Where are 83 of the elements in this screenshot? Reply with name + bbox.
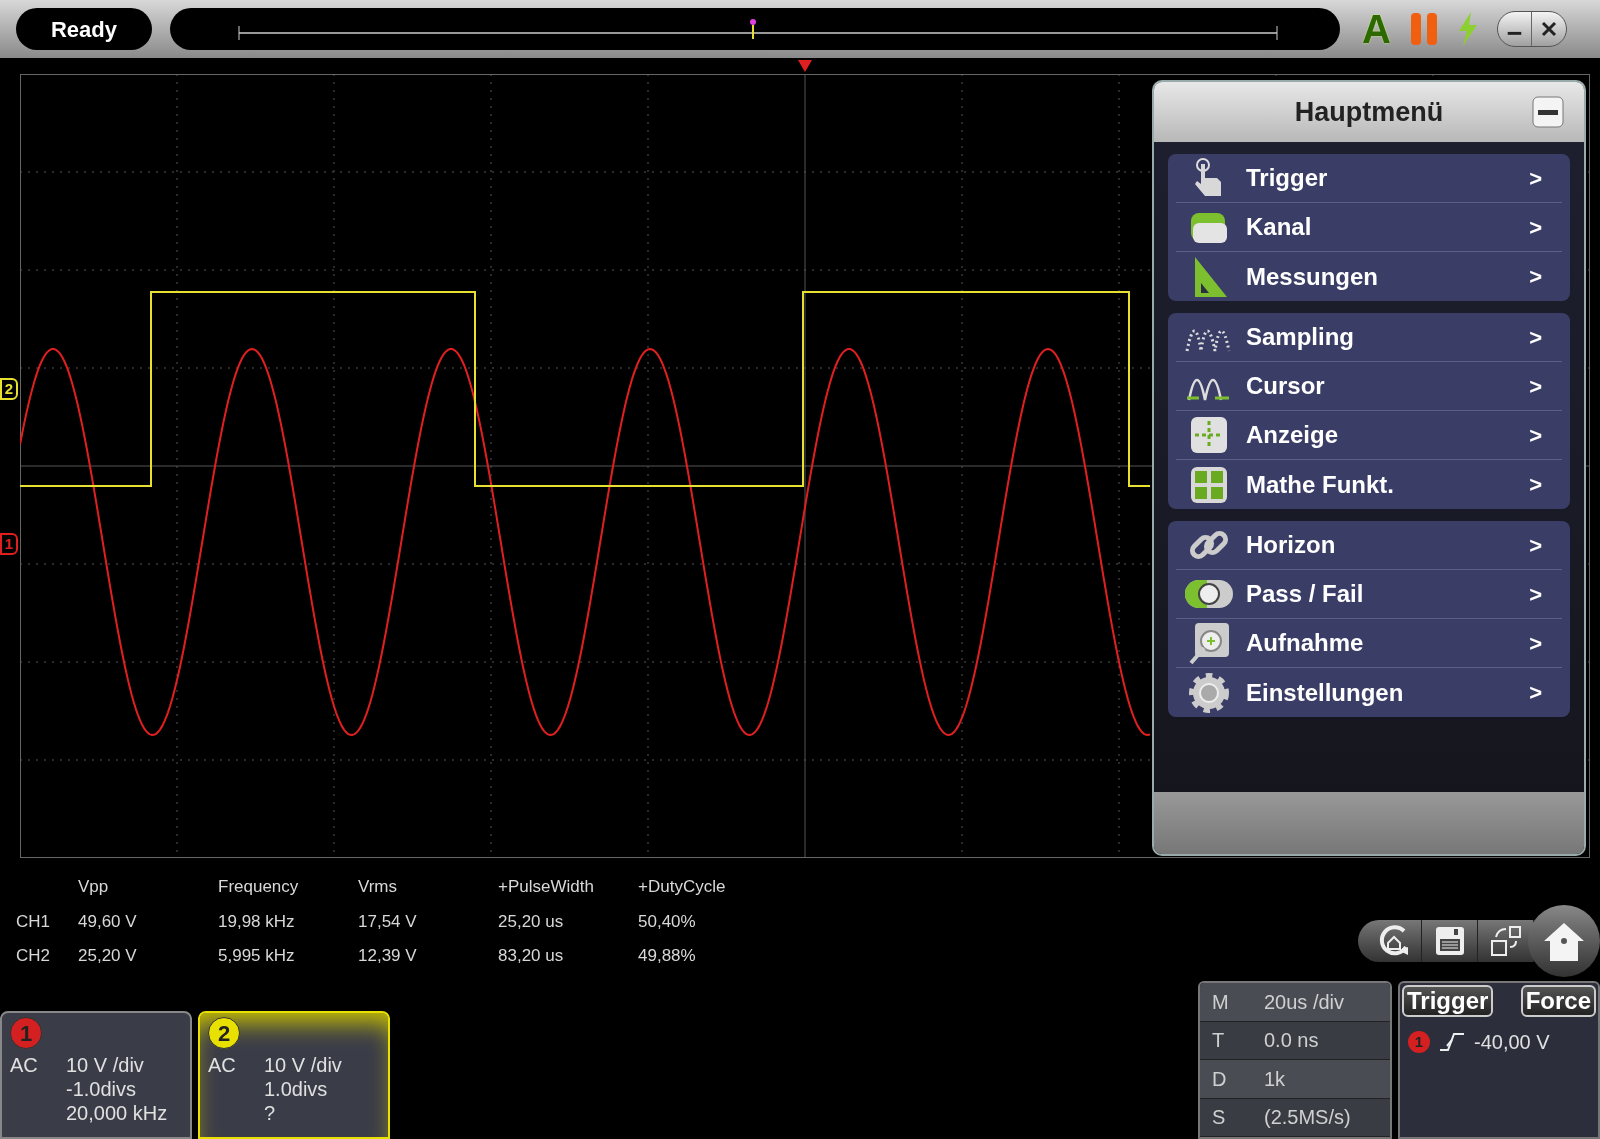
channel-setting: 20,000 kHz <box>66 1101 169 1125</box>
chevron: > <box>1529 164 1543 193</box>
table-cell-text: 25,20 us <box>498 910 565 933</box>
menu-item[interactable]: Messungen > <box>1176 252 1562 301</box>
menu-item-label: Aufnahme <box>1245 628 1365 658</box>
menu-item[interactable]: Einstellungen > <box>1176 668 1562 717</box>
table-cell-text: 83,20 us <box>498 945 565 967</box>
chevron: > <box>1529 323 1543 352</box>
menu-item-label: Anzeige <box>1245 420 1339 450</box>
menu-item-label: Pass / Fail <box>1245 579 1365 609</box>
channel-setting: -1.0divs <box>66 1077 138 1101</box>
trigger-button[interactable]: Trigger <box>1402 985 1494 1017</box>
column-header: +DutyCycle <box>638 876 727 898</box>
chevron: > <box>1529 213 1543 242</box>
channel-marker[interactable]: 1 <box>0 533 18 555</box>
channel-label: CH2 <box>16 945 51 967</box>
table-cell-text: 5,995 kHz <box>218 945 296 967</box>
menu-item[interactable]: Aufnahme > <box>1176 619 1562 668</box>
menu-item[interactable]: Trigger > <box>1176 154 1562 203</box>
channel-setting: 10 V /div <box>66 1053 145 1077</box>
channel-setting: ? <box>264 1101 277 1125</box>
timebase-value: 1k <box>1264 1066 1286 1092</box>
table-cell-text: 25,20 V <box>78 945 138 967</box>
gear-icon <box>1187 670 1231 715</box>
trigger-source-badge: 1 <box>1408 1031 1430 1053</box>
channel-label: CH1 <box>16 910 51 933</box>
chevron: > <box>1529 531 1543 560</box>
menu-item-label: Kanal <box>1245 212 1313 242</box>
chevron: > <box>1529 421 1543 450</box>
menu-item[interactable]: Sampling > <box>1176 313 1562 362</box>
timebase-key: T <box>1212 1025 1264 1056</box>
coupling-label: AC <box>208 1053 237 1077</box>
chevron: > <box>1529 580 1543 609</box>
table-cell-text: 49,60 V <box>78 910 138 933</box>
menu-item-label: Sampling <box>1245 322 1355 352</box>
coupling-label: AC <box>10 1053 39 1077</box>
trigger-position-marker[interactable] <box>798 60 812 72</box>
timebase-key: M <box>1212 986 1264 1017</box>
trigger-level: -40,00 V <box>1474 1030 1550 1055</box>
timebase-value: (2.5MS/s) <box>1264 1105 1351 1131</box>
menu-item-label: Cursor <box>1245 371 1326 401</box>
menu-item-label: Einstellungen <box>1245 677 1405 708</box>
menu-item[interactable]: Horizon > <box>1176 521 1562 570</box>
channel-card[interactable]: 2 AC 10 V /div 1.0divs ? <box>198 1011 390 1139</box>
chevron: > <box>1529 372 1543 401</box>
chevron: > <box>1529 629 1543 658</box>
menu-item[interactable]: Mathe Funkt. > <box>1176 460 1562 509</box>
menu-item[interactable]: Kanal > <box>1176 203 1562 252</box>
column-header: Frequency <box>218 876 300 898</box>
timebase-key: S <box>1212 1102 1264 1133</box>
table-cell-text: 17,54 V <box>358 910 418 933</box>
channel-marker[interactable]: 2 <box>0 378 18 400</box>
column-header: +PulseWidth <box>498 876 595 898</box>
menu-title: Hauptmenü <box>1294 95 1444 129</box>
menu-item-label: Horizon <box>1245 530 1337 560</box>
status-label: Ready <box>16 8 152 50</box>
channel-card[interactable]: 1 AC 10 V /div -1.0divs 20,000 kHz <box>0 1011 192 1139</box>
collapse-icon[interactable] <box>1532 96 1564 128</box>
menu-item-label: Messungen <box>1245 261 1380 292</box>
menu-item-label: Mathe Funkt. <box>1245 469 1395 500</box>
timebase-value: 0.0 ns <box>1264 1028 1319 1054</box>
table-cell-text: 49,88% <box>638 945 697 967</box>
channel-setting: 1.0divs <box>264 1077 329 1101</box>
menu-item[interactable]: Cursor > <box>1176 362 1562 411</box>
column-header: Vrms <box>358 876 399 898</box>
column-header: Vpp <box>78 876 110 898</box>
menu-item[interactable]: Anzeige > <box>1176 411 1562 460</box>
channel-setting: 10 V /div <box>264 1053 343 1077</box>
table-cell-text: 50,40% <box>638 910 697 933</box>
channel-number-badge: 1 <box>10 1017 42 1049</box>
chevron: > <box>1529 679 1543 707</box>
menu-item-label: Trigger <box>1245 163 1329 193</box>
menu-item[interactable]: Pass / Fail > <box>1176 570 1562 619</box>
table-cell-text: 19,98 kHz <box>218 910 296 933</box>
chevron: > <box>1529 263 1543 291</box>
rising-edge-icon <box>1438 1030 1466 1054</box>
magnifier-icon <box>1187 621 1231 665</box>
trigger-button[interactable]: Force <box>1520 985 1596 1017</box>
chevron: > <box>1529 471 1543 499</box>
timebase-value: 20us /div <box>1264 989 1345 1015</box>
channel-number-badge: 2 <box>208 1017 240 1049</box>
table-cell-text: 12,39 V <box>358 945 418 967</box>
timebase-key: D <box>1212 1063 1264 1094</box>
